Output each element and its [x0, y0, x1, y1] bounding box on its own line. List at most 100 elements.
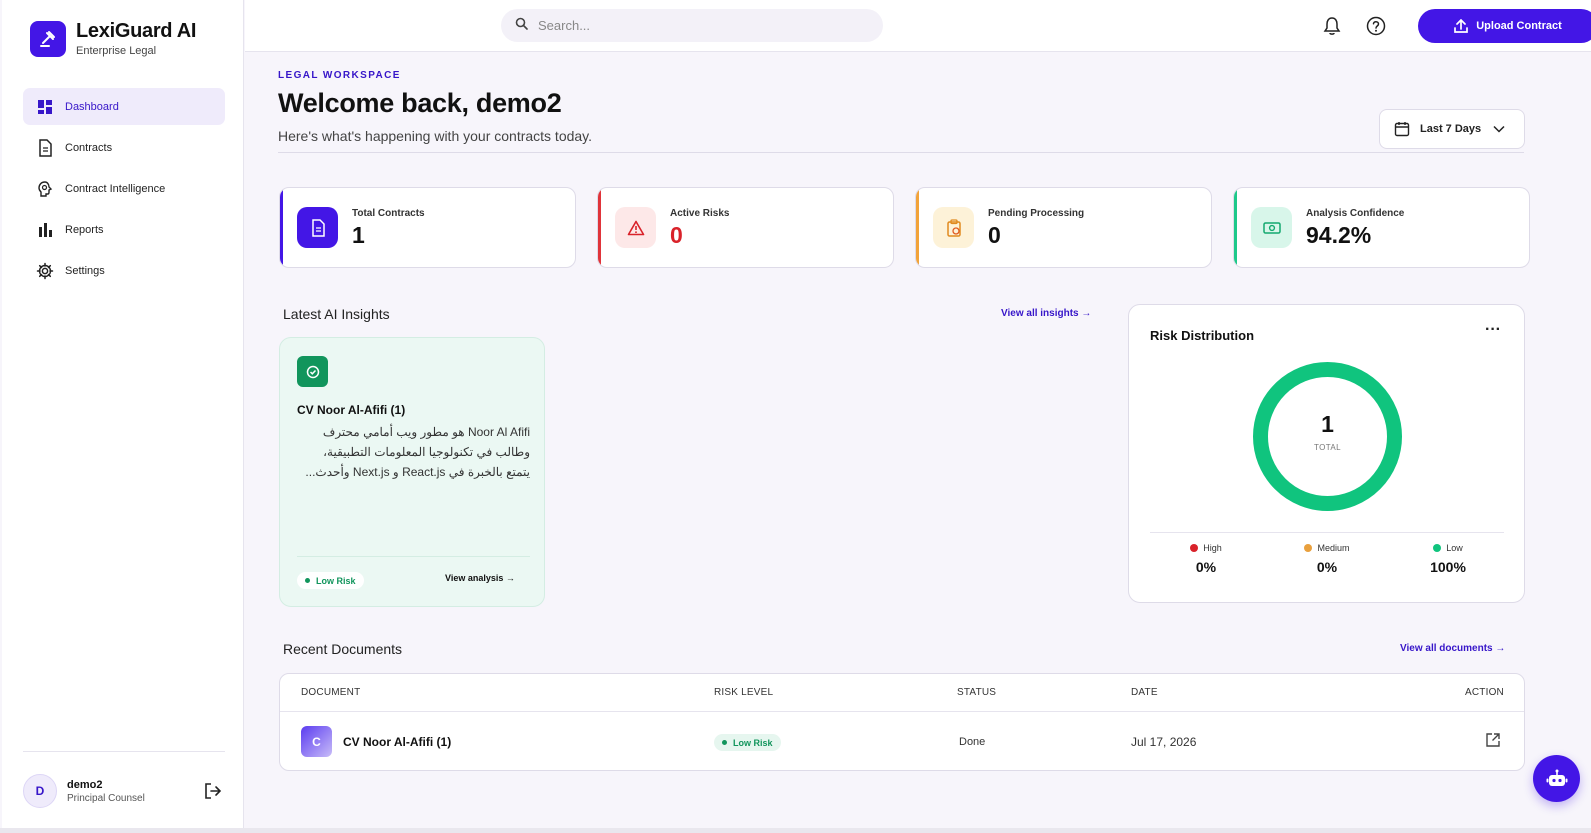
cash-icon	[1251, 207, 1292, 248]
legend-label: Medium	[1317, 543, 1350, 553]
risk-dot	[305, 578, 310, 583]
risk-badge: Low Risk	[714, 734, 781, 751]
table-row[interactable]: C CV Noor Al-Afifi (1) Low Risk Done Jul…	[280, 712, 1524, 770]
gear-icon	[35, 261, 55, 281]
user-profile[interactable]: D demo2 Principal Counsel	[23, 773, 225, 809]
page-subtitle: Here's what's happening with your contra…	[278, 128, 593, 144]
legend-dot	[1190, 544, 1199, 552]
table-header: DOCUMENT RISK LEVEL STATUS DATE ACTION	[280, 674, 1524, 712]
arrow-right-icon: →	[1081, 308, 1092, 319]
document-status: Done	[959, 736, 986, 748]
sidebar-item-contract-intelligence[interactable]: Contract Intelligence	[23, 170, 225, 207]
stat-label: Total Contracts	[352, 208, 425, 219]
insight-card[interactable]: CV Noor Al-Afifi (1) Noor Al Afifi هو مط…	[279, 337, 545, 607]
insight-summary: Noor Al Afifi هو مطور ويب أمامي محترف وط…	[305, 425, 530, 479]
brain-icon	[35, 179, 55, 199]
bot-icon	[1546, 769, 1567, 786]
sidebar-item-label: Settings	[65, 264, 105, 277]
sidebar-item-contracts[interactable]: Contracts	[23, 129, 225, 166]
stat-card-pending-processing[interactable]: Pending Processing 0	[915, 187, 1212, 268]
document-name[interactable]: CV Noor Al-Afifi (1)	[343, 735, 451, 749]
help-icon[interactable]	[1364, 14, 1388, 38]
donut-total-value: 1	[1321, 411, 1334, 437]
clipboard-clock-icon	[933, 207, 974, 248]
dashboard-icon	[35, 97, 55, 117]
sidebar-item-reports[interactable]: Reports	[23, 211, 225, 248]
sidebar-divider	[23, 751, 225, 752]
view-all-documents-link[interactable]: View all documents →	[1400, 643, 1505, 654]
sidebar: LexiGuard AI Enterprise Legal Dashboard …	[2, 0, 244, 828]
upload-contract-button[interactable]: Upload Contract	[1418, 9, 1591, 43]
view-all-documents-label: View all documents	[1400, 643, 1493, 654]
upload-icon	[1454, 19, 1469, 33]
app-root: LexiGuard AI Enterprise Legal Dashboard …	[0, 0, 1591, 833]
risk-dot	[722, 740, 727, 745]
brand-name: LexiGuard AI	[76, 20, 197, 42]
brand-subtitle: Enterprise Legal	[76, 45, 157, 57]
risk-divider	[1150, 532, 1504, 533]
legend-dot	[1433, 544, 1442, 552]
sidebar-item-settings[interactable]: Settings	[23, 252, 225, 289]
date-range-label: Last 7 Days	[1420, 123, 1482, 135]
user-name: demo2	[67, 778, 103, 791]
window-bottom-edge	[0, 828, 1591, 833]
stat-accent-bar	[598, 188, 601, 267]
arrow-right-icon: →	[505, 573, 515, 583]
top-bar: Upload Contract	[245, 0, 1591, 52]
stat-value: 0	[988, 222, 1001, 248]
legend-percent: 100%	[1430, 559, 1466, 575]
stat-value: 1	[352, 222, 365, 248]
chevron-down-icon	[1493, 125, 1505, 133]
stat-card-total-contracts[interactable]: Total Contracts 1	[279, 187, 576, 268]
shield-check-icon	[297, 356, 328, 387]
date-range-select[interactable]: Last 7 Days	[1379, 109, 1525, 149]
stat-accent-bar	[280, 188, 283, 267]
search-bar[interactable]	[501, 9, 883, 42]
ai-assistant-button[interactable]	[1533, 755, 1580, 802]
risk-donut-chart: 1 TOTAL	[1250, 359, 1405, 514]
stat-value: 0	[670, 222, 683, 248]
sidebar-item-dashboard[interactable]: Dashboard	[23, 88, 225, 125]
warning-icon	[615, 207, 656, 248]
documents-section-title: Recent Documents	[283, 641, 403, 657]
page-title: Welcome back, demo2	[278, 88, 562, 118]
open-external-icon[interactable]	[1485, 732, 1503, 750]
legend-percent: 0%	[1316, 559, 1338, 575]
upload-contract-label: Upload Contract	[1476, 20, 1562, 32]
logout-icon[interactable]	[203, 781, 223, 801]
more-options-icon[interactable]: ···	[1481, 322, 1505, 343]
view-all-insights-link[interactable]: View all insights →	[1001, 308, 1091, 319]
search-input[interactable]	[538, 18, 858, 33]
avatar: D	[23, 774, 57, 808]
stat-card-analysis-confidence[interactable]: Analysis Confidence 94.2%	[1233, 187, 1530, 268]
stat-accent-bar	[916, 188, 919, 267]
view-analysis-link[interactable]: View analysis →	[445, 573, 515, 583]
header-divider	[278, 152, 1524, 153]
donut-total-caption: TOTAL	[1313, 443, 1342, 452]
sidebar-item-label: Dashboard	[65, 100, 119, 113]
stat-card-active-risks[interactable]: Active Risks 0	[597, 187, 894, 268]
view-all-insights-label: View all insights	[1001, 308, 1079, 319]
risk-distribution-title: Risk Distribution	[1150, 328, 1255, 343]
calendar-icon	[1394, 122, 1410, 137]
view-analysis-label: View analysis	[445, 573, 504, 583]
risk-badge-label: Low Risk	[316, 575, 356, 586]
document-avatar: C	[301, 726, 332, 757]
brand[interactable]: LexiGuard AI Enterprise Legal	[30, 20, 196, 57]
notifications-bell-icon[interactable]	[1320, 14, 1344, 38]
sidebar-item-label: Contracts	[65, 141, 113, 154]
stat-label: Pending Processing	[988, 208, 1085, 219]
bar-chart-icon	[35, 220, 55, 240]
legend-low: Low 100%	[1408, 543, 1488, 575]
column-header-risk-level: RISK LEVEL	[714, 687, 774, 698]
arrow-right-icon: →	[1495, 643, 1506, 654]
legend-dot	[1304, 544, 1313, 552]
insight-divider	[297, 556, 530, 557]
risk-distribution-card: Risk Distribution ··· 1 TOTAL High 0% Me…	[1128, 304, 1525, 603]
document-icon	[297, 207, 338, 248]
legend-label: Low	[1446, 543, 1463, 553]
risk-badge: Low Risk	[297, 572, 364, 589]
sidebar-nav: Dashboard Contracts Contract Intelligenc…	[23, 88, 225, 293]
stat-label: Active Risks	[670, 208, 730, 219]
page-eyebrow: LEGAL WORKSPACE	[278, 70, 401, 81]
